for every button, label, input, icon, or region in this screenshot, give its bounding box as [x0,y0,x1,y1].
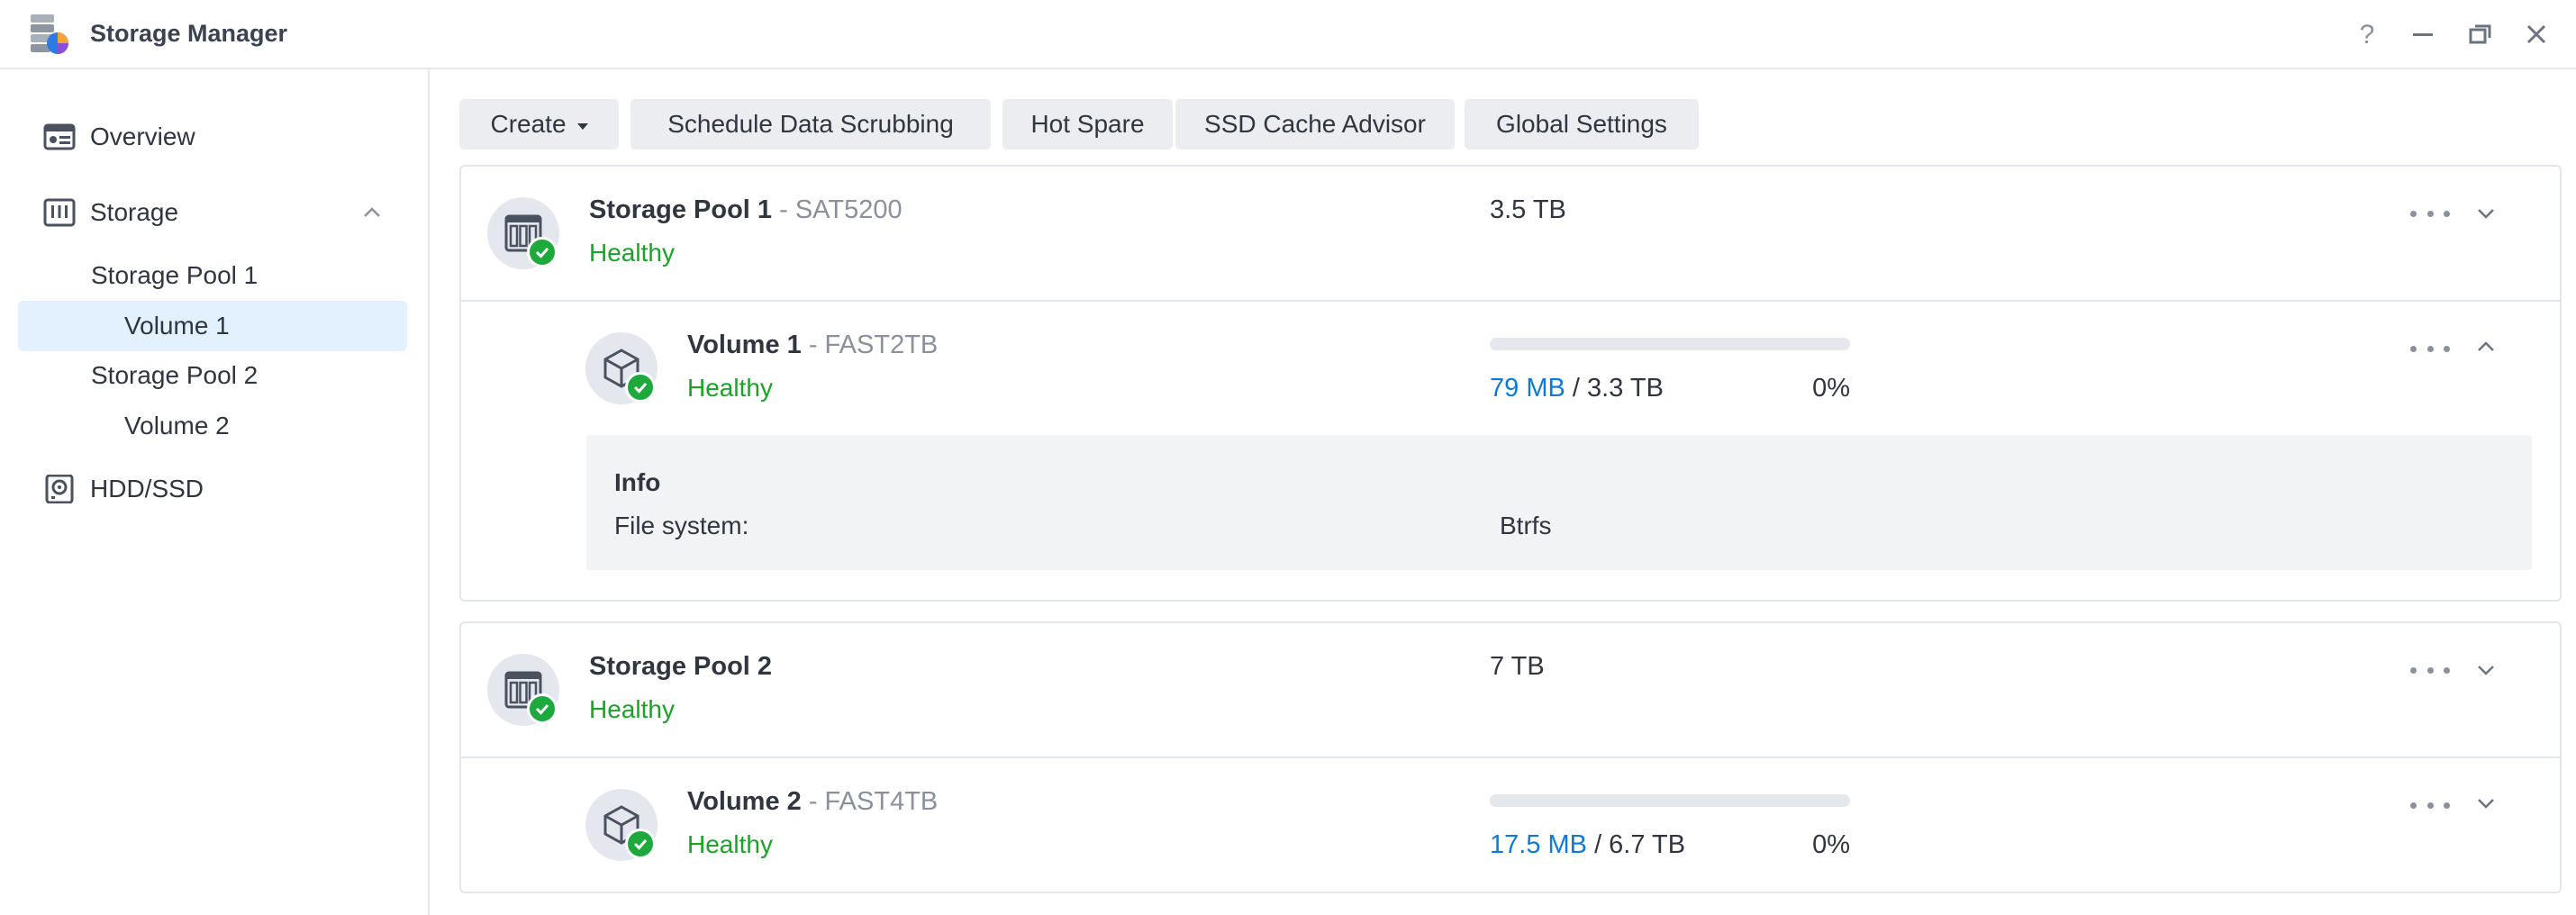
chevron-up-icon[interactable] [2472,333,2499,360]
divider [461,756,2560,758]
volume-icon [585,332,658,404]
more-options-icon[interactable] [2410,792,2450,819]
storage-pool-2-card: Storage Pool 2 Healthy 7 TB Volume 2 - F… [459,621,2562,893]
sidebar-item-label: Volume 2 [124,412,230,439]
healthy-check-icon [625,372,656,403]
volume-status: Healthy [687,374,773,402]
chevron-down-icon[interactable] [2472,790,2499,817]
create-button[interactable]: Create [459,99,619,149]
window-title: Storage Manager [90,20,288,47]
healthy-check-icon [527,693,558,724]
volume-name: Volume 1 - FAST2TB [687,331,939,359]
sidebar-item-label: HDD/SSD [90,475,204,503]
pool-size: 3.5 TB [1490,195,1566,224]
storage-manager-app-icon [31,14,68,54]
minimize-icon[interactable] [2405,16,2441,52]
volume-usage-percent: 0% [1812,830,1850,859]
info-title: Info [614,468,661,496]
global-settings-button[interactable]: Global Settings [1465,99,1699,149]
volume-usage-bar [1490,338,1850,350]
help-icon[interactable]: ? [2349,16,2385,52]
sidebar-item-storage-pool-1[interactable]: Storage Pool 1 [18,250,407,301]
healthy-check-icon [625,829,656,859]
sidebar-item-label: Storage [90,198,179,226]
divider [461,300,2560,302]
storage-pool-icon [487,197,559,269]
volume-capacity: 17.5 MB / 6.7 TB [1490,830,1686,859]
pool-name: Storage Pool 1 - SAT5200 [589,195,903,224]
chevron-down-icon[interactable] [2472,657,2499,684]
sidebar: Overview Storage Storage Pool 1 Volume 1… [0,69,430,915]
schedule-data-scrubbing-button[interactable]: Schedule Data Scrubbing [630,99,991,149]
volume-icon [585,789,658,861]
sidebar-item-label: Overview [90,122,195,150]
chevron-down-icon[interactable] [2472,200,2499,227]
volume-name: Volume 2 - FAST4TB [687,787,939,816]
caret-down-icon [576,122,588,130]
ssd-cache-advisor-button[interactable]: SSD Cache Advisor [1175,99,1455,149]
sidebar-item-overview[interactable]: Overview [18,112,407,162]
file-system-value: Btrfs [1500,512,1552,539]
volume-capacity: 79 MB / 3.3 TB [1490,374,1664,403]
volume-info-panel: Info File system: Btrfs [586,435,2532,570]
create-button-label: Create [490,110,567,138]
hot-spare-button[interactable]: Hot Spare [1002,99,1173,149]
sidebar-item-storage-pool-2[interactable]: Storage Pool 2 [18,350,407,401]
more-options-icon[interactable] [2410,335,2450,362]
overview-icon [43,123,76,150]
pool-name: Storage Pool 2 [589,652,773,681]
pool-size: 7 TB [1490,652,1545,681]
more-options-icon[interactable] [2410,657,2450,684]
title-bar: Storage Manager ? [0,0,2576,69]
volume-usage-percent: 0% [1812,374,1850,403]
chevron-up-icon[interactable] [360,201,384,224]
volume-usage-bar [1490,794,1850,807]
hdd-icon [45,475,74,503]
sidebar-item-volume-1[interactable]: Volume 1 [18,301,407,351]
sidebar-item-hdd-ssd[interactable]: HDD/SSD [18,464,407,514]
sidebar-item-label: Storage Pool 1 [91,261,259,289]
close-icon[interactable] [2518,16,2554,52]
healthy-check-icon [527,237,558,267]
pool-status: Healthy [589,239,675,267]
storage-pool-icon [487,654,559,726]
sidebar-item-label: Storage Pool 2 [91,361,259,389]
pool-status: Healthy [589,695,675,723]
file-system-label: File system: [614,512,749,539]
restore-icon[interactable] [2463,16,2499,52]
more-options-icon[interactable] [2410,200,2450,227]
storage-icon [43,198,76,227]
volume-status: Healthy [687,830,773,858]
storage-pool-1-card: Storage Pool 1 - SAT5200 Healthy 3.5 TB … [459,165,2562,602]
sidebar-item-storage[interactable]: Storage [18,187,407,238]
sidebar-item-volume-2[interactable]: Volume 2 [18,401,407,451]
svg-text:?: ? [2360,21,2375,48]
sidebar-item-label: Volume 1 [124,312,230,340]
